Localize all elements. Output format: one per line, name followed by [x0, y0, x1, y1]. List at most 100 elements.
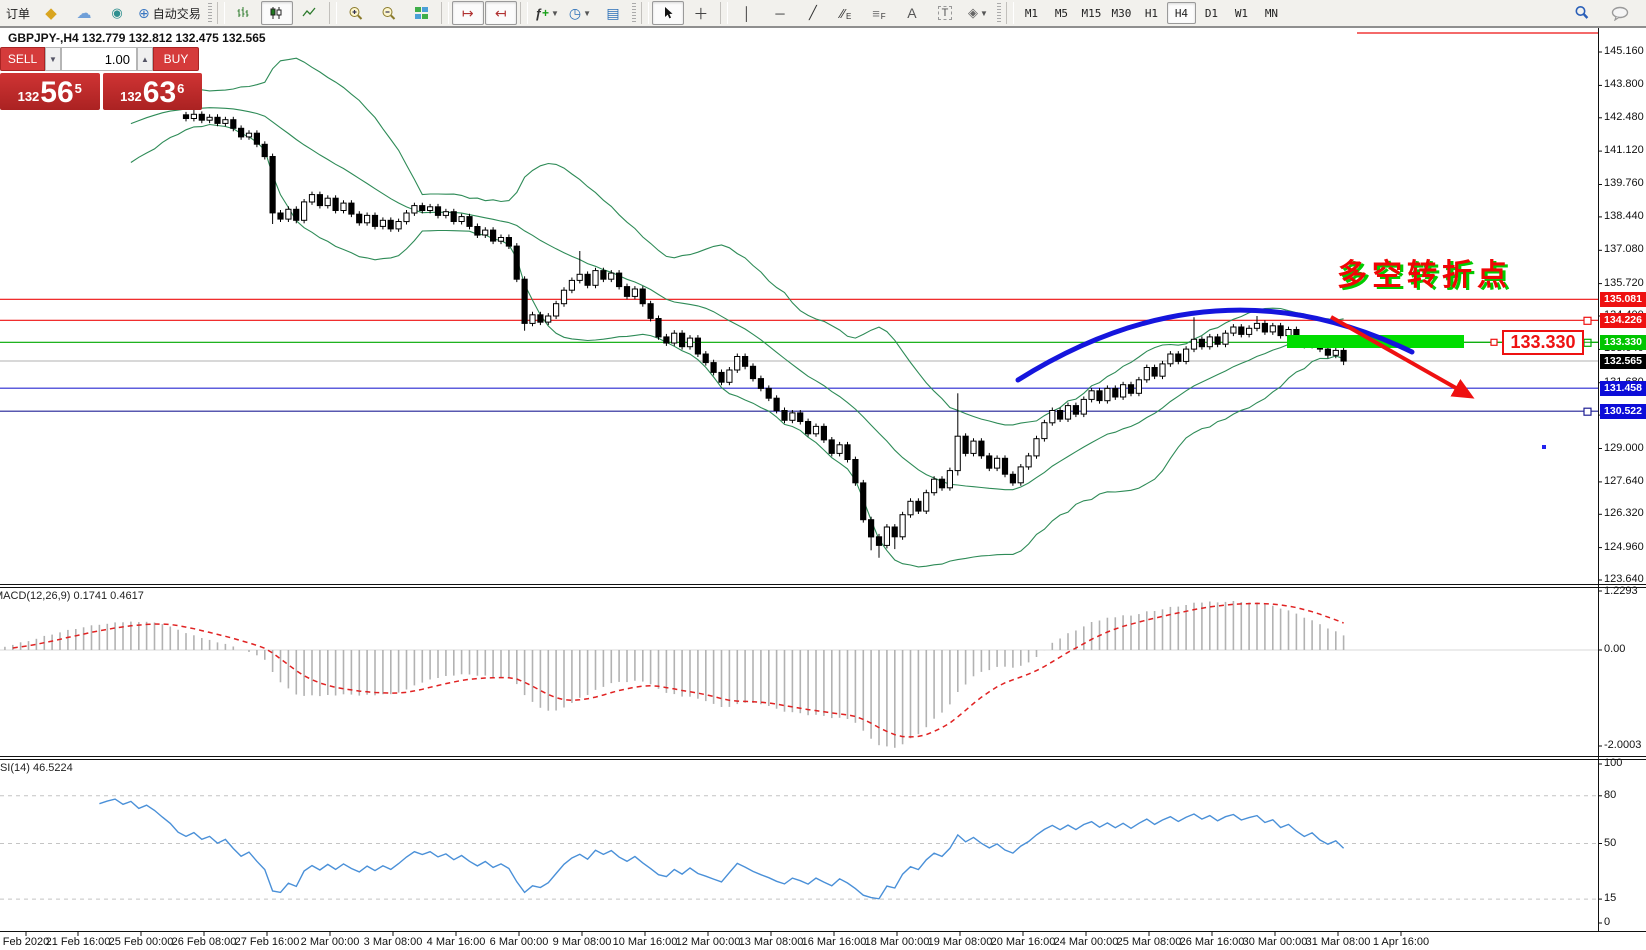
chart-canvas[interactable]	[0, 0, 1646, 950]
buy-price-pips: 63	[143, 78, 176, 108]
search-icon	[1574, 5, 1590, 21]
rsi-axis-label: 50	[1604, 837, 1616, 849]
chat-button[interactable]	[1604, 1, 1636, 25]
indicators-button[interactable]: ƒ+▼	[531, 1, 563, 25]
macd-axis-label: -2.0003	[1604, 739, 1641, 751]
chevron-down-icon: ▼	[49, 55, 57, 64]
diamond-icon: ◆	[45, 4, 57, 22]
application-window: 订单 ◆ ☁ ◉ ⊕ 自动交易 ↦ ↤ ƒ+▼ ◷▼ ▤ ＋ │ ─ ╱ ∕∕E…	[0, 0, 1646, 950]
rsi-axis-label: 100	[1604, 757, 1622, 769]
price-axis-label: 127.640	[1604, 475, 1644, 487]
toolbar-grip	[997, 3, 1001, 23]
time-axis-label: 18 Mar 00:00	[865, 936, 930, 948]
line-chart-button[interactable]	[294, 1, 326, 25]
macd-axis-label: 1.2293	[1604, 585, 1638, 597]
timeframe-mn[interactable]: MN	[1257, 2, 1286, 24]
zoom-out-button[interactable]	[373, 1, 405, 25]
time-axis-label: 21 Feb 16:00	[46, 936, 111, 948]
trendline-button[interactable]: ╱	[797, 1, 829, 25]
price-axis-label: 138.440	[1604, 210, 1644, 222]
timeframe-m30[interactable]: M30	[1107, 2, 1136, 24]
price-axis-label: 143.800	[1604, 78, 1644, 90]
zoom-in-button[interactable]	[340, 1, 372, 25]
timeframe-m15[interactable]: M15	[1077, 2, 1106, 24]
toolbar-grip	[632, 3, 636, 23]
rsi-axis-label: 0	[1604, 916, 1610, 928]
volume-input[interactable]	[61, 47, 137, 71]
new-order-button[interactable]: 订单	[2, 1, 34, 25]
time-axis-label: 16 Mar 16:00	[802, 936, 867, 948]
timeframe-d1[interactable]: D1	[1197, 2, 1226, 24]
time-axis-label: 25 Mar 08:00	[1117, 936, 1182, 948]
shapes-button[interactable]: ◈▼	[962, 1, 994, 25]
candlestick-series[interactable]	[183, 108, 1346, 558]
sell-price-box[interactable]: 132 56 5	[0, 73, 100, 110]
fibonacci-button[interactable]: ≡F	[863, 1, 895, 25]
time-axis-label: 12 Mar 00:00	[676, 936, 741, 948]
equidistant-channel-button[interactable]: ∕∕E	[830, 1, 862, 25]
tile-windows-button[interactable]	[406, 1, 438, 25]
text-tool-button[interactable]: A	[896, 1, 928, 25]
volume-increase-button[interactable]: ▲	[137, 47, 153, 71]
time-axis-label: 30 Mar 00:00	[1243, 936, 1308, 948]
line-handle[interactable]	[1584, 317, 1591, 324]
time-axis-label: 20 Mar 16:00	[991, 936, 1056, 948]
horizontal-line-button[interactable]: ─	[764, 1, 796, 25]
price-axis-label: 139.760	[1604, 177, 1644, 189]
shapes-icon: ◈	[968, 5, 978, 21]
price-axis-label: 142.480	[1604, 111, 1644, 123]
time-axis-label: 19 Mar 08:00	[928, 936, 993, 948]
price-badge-130.522: 130.522	[1600, 404, 1646, 419]
auto-trading-button[interactable]: ⊕ 自动交易	[134, 1, 205, 25]
price-axis-label: 145.160	[1604, 45, 1644, 57]
timeframe-h1[interactable]: H1	[1137, 2, 1166, 24]
buy-button[interactable]: BUY	[153, 47, 199, 71]
crosshair-button[interactable]: ＋	[685, 1, 717, 25]
sell-button[interactable]: SELL	[0, 47, 45, 71]
rsi-line	[99, 799, 1343, 899]
time-axis-label: 1 Apr 16:00	[1373, 936, 1429, 948]
vertical-line-button[interactable]: │	[731, 1, 763, 25]
price-axis-label: 123.640	[1604, 573, 1644, 585]
macd-histogram	[0, 601, 1344, 748]
buy-price-box[interactable]: 132 63 6	[103, 73, 203, 110]
chevron-down-icon: ▼	[980, 9, 988, 18]
line-handle[interactable]	[1584, 408, 1591, 415]
search-button[interactable]	[1566, 1, 1598, 25]
cursor-button[interactable]	[652, 1, 684, 25]
horizontal-line-icon: ─	[775, 6, 784, 21]
bar-chart-button[interactable]	[228, 1, 260, 25]
template-icon: ▤	[606, 5, 619, 22]
down-arrow[interactable]	[1331, 317, 1470, 396]
rsi-label: RSI(14) 46.5224	[0, 762, 73, 774]
globe-icon: ⊕	[138, 5, 150, 22]
community-icon[interactable]: ☁	[68, 1, 100, 25]
timeframe-w1[interactable]: W1	[1227, 2, 1256, 24]
market-icon[interactable]: ◆	[35, 1, 67, 25]
price-badge-134.226: 134.226	[1600, 313, 1646, 328]
candlestick-chart-button[interactable]	[261, 1, 293, 25]
auto-scroll-button[interactable]: ↦	[452, 1, 484, 25]
toolbar-separator	[641, 2, 649, 24]
templates-button[interactable]: ▤	[597, 1, 629, 25]
price-axis-label: 135.720	[1604, 277, 1644, 289]
blue-dot-marker[interactable]	[1542, 445, 1546, 449]
timeframe-m1[interactable]: M1	[1017, 2, 1046, 24]
label-tool-button[interactable]: T	[929, 1, 961, 25]
sell-price-figure: 132	[18, 89, 40, 104]
time-axis-label: 26 Feb 08:00	[172, 936, 237, 948]
timeframe-m5[interactable]: M5	[1047, 2, 1076, 24]
toolbar-border	[0, 27, 1646, 28]
tag-handle[interactable]	[1491, 339, 1497, 345]
toolbar-separator	[329, 2, 337, 24]
price-tag-box[interactable]: 133.330	[1502, 330, 1584, 355]
volume-decrease-button[interactable]: ▼	[45, 47, 61, 71]
periods-button[interactable]: ◷▼	[564, 1, 596, 25]
chart-shift-button[interactable]: ↤	[485, 1, 517, 25]
annotation-text[interactable]: 多空转折点	[1337, 250, 1512, 294]
sell-price-point: 5	[75, 81, 82, 96]
toolbar-separator	[217, 2, 225, 24]
signals-icon[interactable]: ◉	[101, 1, 133, 25]
timeframe-h4[interactable]: H4	[1167, 2, 1196, 24]
toolbar-separator	[520, 2, 528, 24]
